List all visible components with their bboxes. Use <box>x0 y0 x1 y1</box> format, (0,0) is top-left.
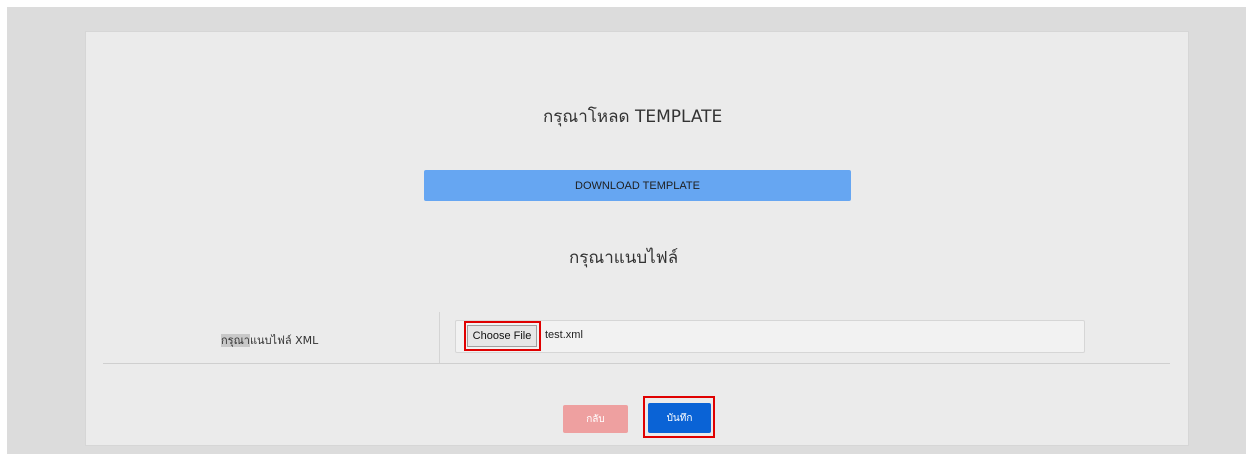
template-heading: กรุณาโหลด TEMPLATE <box>543 107 723 127</box>
xml-file-label: กรุณาแนบไฟล์ XML <box>221 331 318 349</box>
choose-file-button[interactable]: Choose File <box>467 325 537 347</box>
upload-card <box>85 31 1189 446</box>
selected-file-name: test.xml <box>545 329 583 341</box>
xml-file-label-highlight: กรุณา <box>221 334 250 347</box>
back-button[interactable]: กลับ <box>563 405 628 433</box>
column-divider <box>439 312 440 363</box>
save-button[interactable]: บันทึก <box>648 403 711 433</box>
form-row-divider <box>103 363 1170 364</box>
download-template-button[interactable]: DOWNLOAD TEMPLATE <box>424 170 851 201</box>
xml-file-label-text: แนบไฟล์ XML <box>249 334 319 347</box>
attach-file-heading: กรุณาแนบไฟล์ <box>569 248 679 268</box>
